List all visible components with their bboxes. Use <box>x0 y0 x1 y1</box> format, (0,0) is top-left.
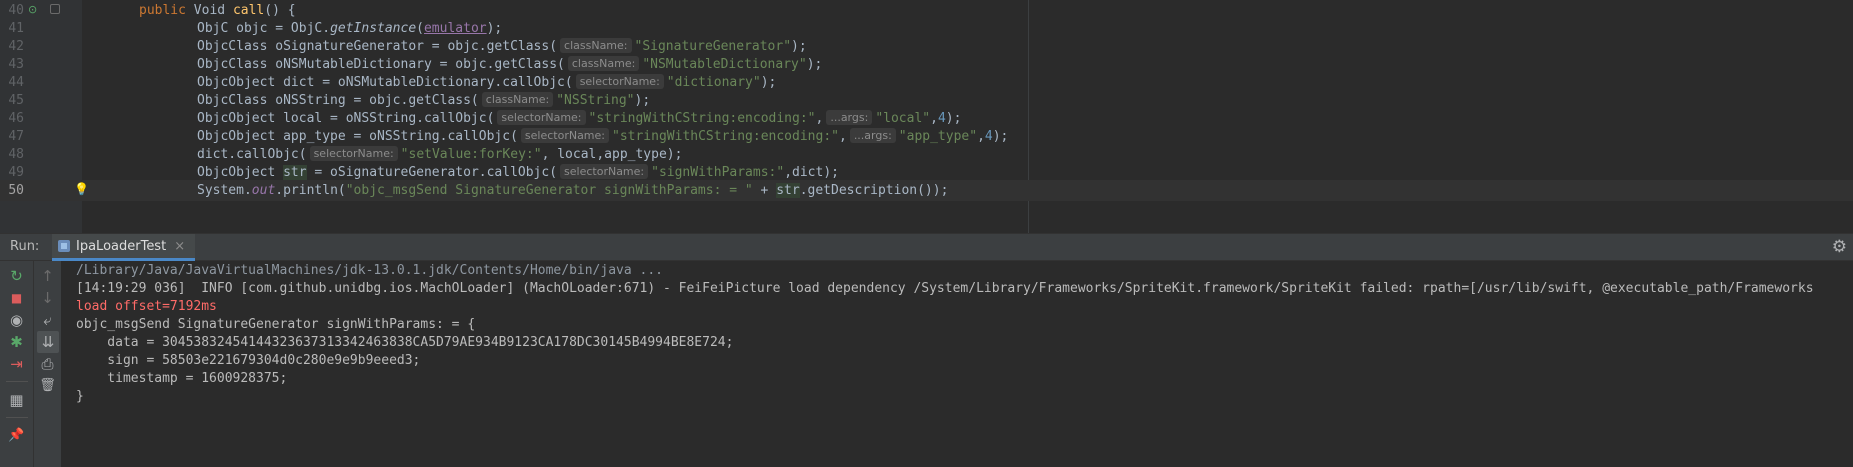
toolbar-separator <box>6 381 28 382</box>
run-label: Run: <box>10 239 40 254</box>
print-icon[interactable]: ⎙ <box>34 353 61 375</box>
layout-icon[interactable]: ▦ <box>0 389 33 411</box>
parameter-hint: ...args: <box>849 128 896 143</box>
console-output[interactable]: /Library/Java/JavaVirtualMachines/jdk-13… <box>62 261 1853 467</box>
soft-wrap-icon[interactable]: ⤶ <box>34 309 61 331</box>
console-toolbar: ↑ ↓ ⤶ ⇊ ⎙ 🗑 <box>34 261 62 467</box>
trash-icon[interactable]: 🗑 <box>34 375 61 397</box>
exit-icon[interactable]: ⇥ <box>0 353 33 375</box>
down-arrow-icon[interactable]: ↓ <box>34 287 61 309</box>
toolbar-separator <box>6 417 28 418</box>
override-icon[interactable]: ⊙ <box>28 3 37 16</box>
run-toolbar: ↻ ■ ◉ ✱ ⇥ ▦ 📌 <box>0 261 34 467</box>
highlighted-usage: str <box>776 183 800 198</box>
parameter-hint: ...args: <box>826 110 873 125</box>
up-arrow-icon[interactable]: ↑ <box>34 265 61 287</box>
stop-icon[interactable]: ■ <box>0 287 33 309</box>
close-icon[interactable]: × <box>174 239 185 254</box>
pin-icon[interactable]: 📌 <box>0 425 33 447</box>
parameter-hint: selectorName: <box>520 128 609 143</box>
run-tool-window-header: Run: IpaLoaderTest × ⚙ <box>0 233 1853 261</box>
console-line: [14:19:29 036] INFO [com.github.unidbg.i… <box>76 281 1814 296</box>
code-editor[interactable]: 40 ⊙ public Void call() { 41 ObjC objc =… <box>0 0 1853 233</box>
parameter-hint: selectorName: <box>497 110 586 125</box>
gear-icon[interactable]: ⚙ <box>1832 237 1847 257</box>
scroll-to-end-icon[interactable]: ⇊ <box>37 331 59 353</box>
parameter-hint: selectorName: <box>309 146 398 161</box>
line-number: 50 <box>8 183 24 198</box>
tab-ipaloadertest[interactable]: IpaLoaderTest × <box>52 234 196 261</box>
console-line: timestamp = 1600928375; <box>76 371 288 386</box>
code-text: System.out.println("objc_msgSend Signatu… <box>197 183 949 198</box>
tab-label: IpaLoaderTest <box>76 238 167 254</box>
parameter-hint: className: <box>481 92 554 107</box>
parameter-hint: selectorName: <box>560 164 649 179</box>
console-line: } <box>76 389 84 404</box>
fold-marker-icon[interactable] <box>50 4 60 14</box>
bug-icon[interactable]: ✱ <box>0 331 33 353</box>
run-config-icon <box>58 240 70 252</box>
intention-bulb-icon[interactable]: 💡 <box>74 182 89 196</box>
parameter-hint: className: <box>560 38 632 53</box>
parameter-hint: selectorName: <box>575 74 664 89</box>
rerun-icon[interactable]: ↻ <box>0 265 33 287</box>
highlighted-usage: str <box>283 165 307 180</box>
parameter-hint: className: <box>567 56 640 71</box>
camera-icon[interactable]: ◉ <box>0 309 33 331</box>
code-line-50[interactable]: 50 💡 System.out.println("objc_msgSend Si… <box>0 180 1853 201</box>
